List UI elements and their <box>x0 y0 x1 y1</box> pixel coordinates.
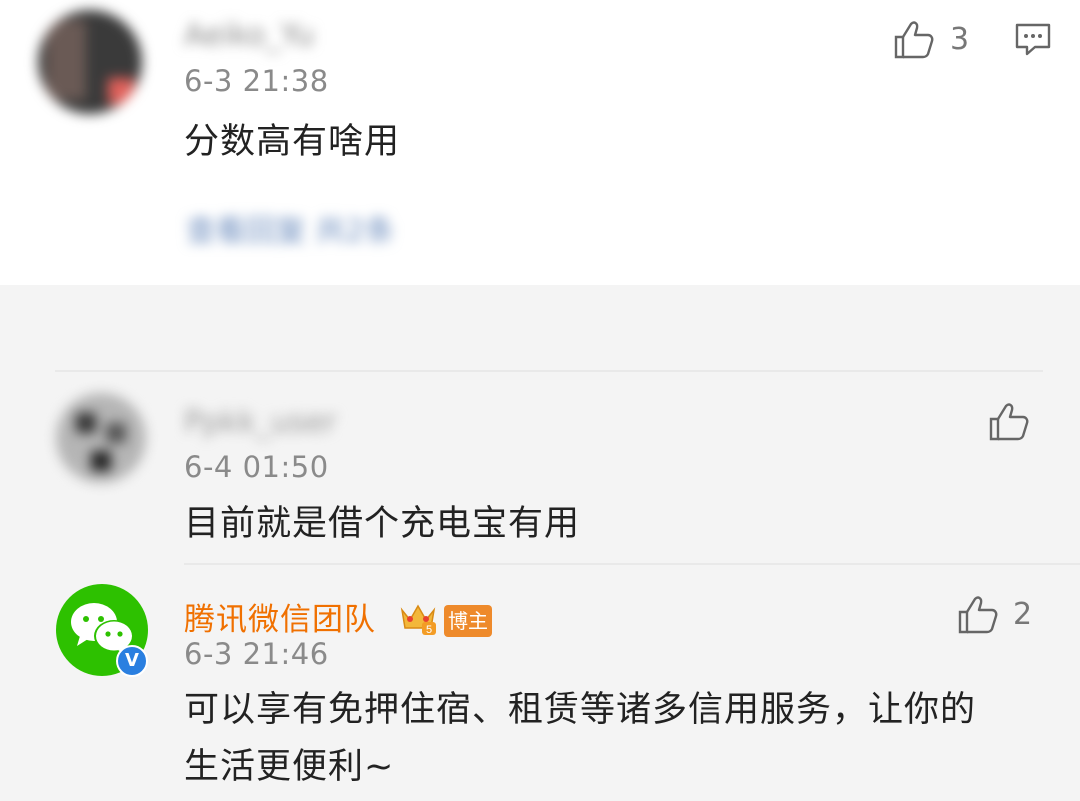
reply-text-line-2: 生活更便利~ <box>184 747 395 787</box>
thumbs-up-icon[interactable] <box>957 595 999 635</box>
divider <box>184 563 1080 565</box>
thumbs-up-icon[interactable] <box>988 402 1030 442</box>
official-username[interactable]: 腾讯微信团队 <box>184 594 376 639</box>
svg-text:5: 5 <box>426 624 432 636</box>
comment-text: 分数高有啥用 <box>184 122 401 162</box>
reply-timestamp: 6-3 21:46 <box>184 637 329 671</box>
reply-icon[interactable] <box>1014 22 1052 58</box>
blogger-badge: 博主 <box>444 605 492 637</box>
like-count: 3 <box>950 22 970 57</box>
comment-timestamp: 6-3 21:38 <box>184 64 329 98</box>
reply-text: 目前就是借个充电宝有用 <box>184 504 581 544</box>
crown-icon: 5 <box>398 600 438 636</box>
reply-summary-link[interactable]: 查看回复 共2条 <box>186 206 395 250</box>
comment-username[interactable]: Aeiko_Yu <box>184 18 314 53</box>
reply-text-line-1: 可以享有免押住宿、租赁等诸多信用服务，让你的 <box>184 690 977 730</box>
like-count: 2 <box>1013 597 1033 632</box>
reply-username[interactable]: Ppkk_user <box>184 405 336 440</box>
thumbs-up-icon[interactable] <box>893 20 935 60</box>
avatar[interactable] <box>56 393 146 483</box>
avatar[interactable] <box>38 10 142 114</box>
verified-icon: V <box>116 645 148 677</box>
reply-timestamp: 6-4 01:50 <box>184 450 329 484</box>
divider <box>55 370 1043 372</box>
